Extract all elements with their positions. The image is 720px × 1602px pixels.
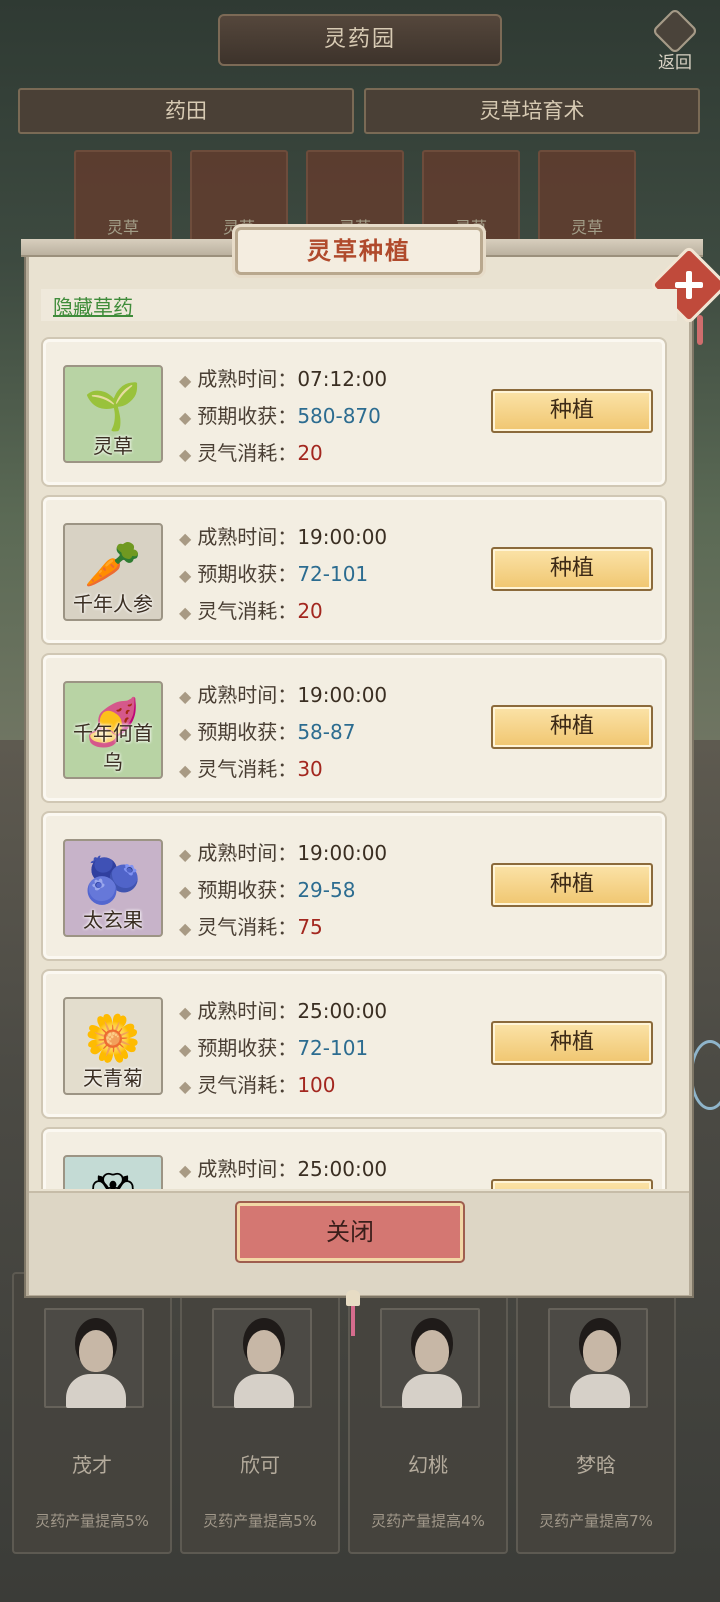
maturity-time: ◆ 成熟时间：19:00:00 (179, 525, 388, 549)
plant-button[interactable] (491, 1179, 653, 1189)
helper-portrait (548, 1308, 648, 1408)
expected-yield: ◆ 预期收获：72-101 (179, 562, 369, 586)
helper-bonus: 灵药产量提高7% (539, 1512, 653, 1530)
helper-portrait (44, 1308, 144, 1408)
maturity-time: ◆ 成熟时间：19:00:00 (179, 683, 388, 707)
diamond-icon: ◆ (179, 1161, 192, 1180)
plant-button[interactable]: 种植 (491, 547, 653, 591)
plant-row: 🫐 太玄果 ◆ 成熟时间：19:00:00 ◆ 预期收获：29-58 ◆ 灵气消耗：7… (41, 811, 667, 961)
diamond-icon: ◆ (179, 761, 192, 780)
chrysanthemum-icon: 🌼 天青菊 (63, 997, 163, 1095)
spirit-cost: ◆ 灵气消耗：100 (179, 1073, 336, 1097)
plant-row: 🌱 灵草 ◆ 成熟时间：07:12:00 ◆ 预期收获：580-870 ◆ 灵气消耗：… (41, 337, 667, 487)
plant-row: 🥕 千年人参 ◆ 成熟时间：19:00:00 ◆ 预期收获：72-101 ◆ 灵气消耗… (41, 495, 667, 645)
dialog-footer: 关闭 (29, 1191, 689, 1295)
diamond-icon: ◆ (179, 1003, 192, 1022)
maturity-time: ◆ 成熟时间：19:00:00 (179, 841, 388, 865)
plant-button[interactable]: 种植 (491, 705, 653, 749)
sprout-icon: 🌱 灵草 (63, 365, 163, 463)
helper-card[interactable]: 梦晗 灵药产量提高7% (516, 1272, 676, 1554)
tassel-icon (697, 315, 703, 345)
diamond-icon: ◆ (179, 919, 192, 938)
field-plot[interactable]: 灵草 (74, 150, 172, 242)
helper-bonus: 灵药产量提高5% (203, 1512, 317, 1530)
plant-name: 天青菊 (83, 1066, 143, 1090)
helper-card[interactable]: 幻桃 灵药产量提高4% (348, 1272, 508, 1554)
diamond-icon: ◆ (179, 724, 192, 743)
spirit-cost: ◆ 灵气消耗：20 (179, 599, 323, 623)
helper-bonus: 灵药产量提高4% (371, 1512, 485, 1530)
plant-name: 千年何首乌 (73, 721, 153, 774)
page-title: 灵药园 (218, 14, 502, 66)
helper-name: 茂才 (72, 1453, 112, 1477)
helper-name: 梦晗 (576, 1453, 616, 1477)
field-plot-label: 灵草 (106, 218, 139, 237)
close-button[interactable]: 关闭 (237, 1203, 463, 1261)
hidden-herbs-link[interactable]: 隐藏草药 (53, 291, 133, 320)
fleeceflower-icon: 🍠 千年何首乌 (63, 681, 163, 779)
spirit-cost: ◆ 灵气消耗：30 (179, 757, 323, 781)
diamond-icon: ◆ (179, 408, 192, 427)
helper-bonus: 灵药产量提高5% (35, 1512, 149, 1530)
diamond-icon: ◆ (179, 882, 192, 901)
tab-medicine-field[interactable]: 药田 (18, 88, 354, 134)
spirit-cost: ◆ 灵气消耗：75 (179, 915, 323, 939)
filter-strip (41, 289, 677, 321)
diamond-icon: ◆ (179, 566, 192, 585)
plant-button[interactable]: 种植 (491, 389, 653, 433)
ginseng-icon: 🥕 千年人参 (63, 523, 163, 621)
maturity-time: ◆ 成熟时间：25:00:00 (179, 999, 388, 1023)
diamond-icon: ◆ (179, 1077, 192, 1096)
tab-herb-cultivation[interactable]: 灵草培育术 (364, 88, 700, 134)
diamond-icon: ◆ (179, 1040, 192, 1059)
plant-name: 太玄果 (83, 908, 143, 932)
maturity-time: ◆ 成熟时间：07:12:00 (179, 367, 388, 391)
plant-row: 🌼 天青菊 ◆ 成熟时间：25:00:00 ◆ 预期收获：72-101 ◆ 灵气消耗：… (41, 969, 667, 1119)
helper-name: 欣可 (240, 1453, 280, 1477)
plant-name: 灵草 (93, 434, 133, 458)
expected-yield: ◆ 预期收获：58-87 (179, 720, 356, 744)
diamond-icon: ◆ (179, 371, 192, 390)
bell-pendant-icon (346, 1290, 360, 1338)
diamond-icon: ◆ (179, 529, 192, 548)
plant-button[interactable]: 种植 (491, 863, 653, 907)
diamond-icon: ◆ (179, 603, 192, 622)
diamond-icon: ◆ (179, 845, 192, 864)
maturity-time: ◆ 成熟时间：25:00:00 (179, 1157, 388, 1181)
plant-button[interactable]: 种植 (491, 1021, 653, 1065)
diamond-icon: ◆ (179, 687, 192, 706)
spirit-cost: ◆ 灵气消耗：20 (179, 441, 323, 465)
plant-list[interactable]: 🌱 灵草 ◆ 成熟时间：07:12:00 ◆ 预期收获：580-870 ◆ 灵气消耗：… (41, 337, 681, 1189)
field-plot-label: 灵草 (570, 218, 603, 237)
helper-card[interactable]: 欣可 灵药产量提高5% (180, 1272, 340, 1554)
expected-yield: ◆ 预期收获：580-870 (179, 404, 381, 428)
plant-row: 🏵 ◆成熟时间：25:00:00 (41, 1127, 667, 1189)
white-flower-icon: 🏵 (63, 1155, 163, 1189)
plant-row: 🍠 千年何首乌 ◆ 成熟时间：19:00:00 ◆ 预期收获：58-87 ◆ 灵气消耗… (41, 653, 667, 803)
planting-dialog: 灵草种植 隐藏草药 🌱 灵草 ◆ 成熟时间：07:12:00 ◆ 预期收获：580-… (21, 227, 720, 1296)
field-plot[interactable]: 灵草 (538, 150, 636, 242)
helper-name: 幻桃 (408, 1453, 448, 1477)
back-button[interactable]: 返回 (640, 7, 710, 78)
helper-portrait (380, 1308, 480, 1408)
helper-list: 茂才 灵药产量提高5% 欣可 灵药产量提高5% 幻桃 灵药产量提高4% 梦晗 灵… (10, 1272, 720, 1562)
fruit-branch-icon: 🫐 太玄果 (63, 839, 163, 937)
dialog-title: 灵草种植 (235, 227, 483, 275)
helper-card[interactable]: 茂才 灵药产量提高5% (12, 1272, 172, 1554)
plant-name: 千年人参 (73, 592, 153, 616)
expected-yield: ◆ 预期收获：72-101 (179, 1036, 369, 1060)
helper-portrait (212, 1308, 312, 1408)
diamond-icon: ◆ (179, 445, 192, 464)
expected-yield: ◆ 预期收获：29-58 (179, 878, 356, 902)
